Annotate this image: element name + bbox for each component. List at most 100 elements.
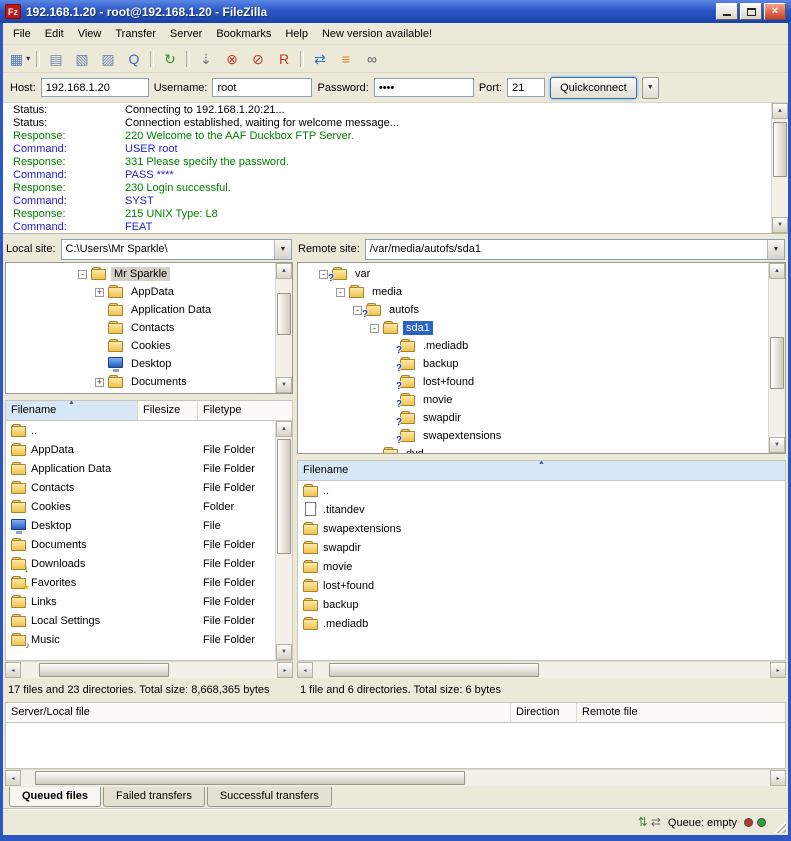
menu-item[interactable]: View: [71, 25, 109, 43]
file-row[interactable]: AppData File Folder: [6, 440, 275, 459]
queue-tab[interactable]: Queued files: [9, 787, 101, 807]
column-header-remote-file[interactable]: Remote file: [577, 703, 785, 722]
queue-tab[interactable]: Failed transfers: [103, 787, 205, 807]
tree-expander-icon[interactable]: [370, 324, 379, 333]
scrollbar-thumb[interactable]: [770, 337, 784, 389]
filter-icon[interactable]: ⇄: [651, 815, 661, 829]
scrollbar-thumb[interactable]: [773, 122, 787, 177]
remote-file-list[interactable]: .. .titandev: [298, 481, 785, 660]
scrollbar-thumb[interactable]: [277, 293, 291, 335]
scroll-down-icon[interactable]: ▼: [772, 217, 788, 233]
tree-expander-icon[interactable]: [353, 306, 362, 315]
tree-item[interactable]: movie: [298, 391, 768, 409]
scroll-down-icon[interactable]: ▼: [769, 437, 785, 453]
tree-item[interactable]: swapextensions: [298, 427, 768, 445]
toggle-remote-tree-icon[interactable]: ▨: [96, 48, 120, 70]
column-header-direction[interactable]: Direction: [511, 703, 577, 722]
file-row[interactable]: Music File Folder: [6, 630, 275, 649]
tree-item[interactable]: AppData: [6, 283, 275, 301]
file-row[interactable]: Links File Folder: [6, 592, 275, 611]
host-input[interactable]: [41, 78, 149, 97]
scroll-left-icon[interactable]: ◂: [5, 662, 21, 678]
file-row[interactable]: Favorites File Folder: [6, 573, 275, 592]
scroll-up-icon[interactable]: ▲: [276, 421, 292, 437]
column-header-filesize[interactable]: Filesize: [138, 401, 198, 420]
scroll-up-icon[interactable]: ▲: [769, 263, 785, 279]
scroll-right-icon[interactable]: ▸: [770, 770, 786, 786]
file-row[interactable]: Contacts File Folder: [6, 478, 275, 497]
tree-expander-icon[interactable]: [319, 270, 328, 279]
file-row[interactable]: swapextensions: [298, 519, 785, 538]
file-row[interactable]: .titandev: [298, 500, 785, 519]
close-button[interactable]: ×: [764, 3, 786, 20]
combo-dropdown-icon[interactable]: ▼: [767, 240, 784, 259]
tree-item[interactable]: Mr Sparkle: [6, 265, 275, 283]
reconnect-icon[interactable]: R: [272, 48, 296, 70]
tree-expander-icon[interactable]: [95, 378, 104, 387]
tree-expander-icon[interactable]: [336, 288, 345, 297]
tree-item[interactable]: lost+found: [298, 373, 768, 391]
quickconnect-dropdown-icon[interactable]: ▼: [642, 77, 659, 99]
file-row[interactable]: ..: [298, 481, 785, 500]
scroll-down-icon[interactable]: ▼: [276, 377, 292, 393]
refresh-icon[interactable]: ↻: [158, 48, 182, 70]
tree-item[interactable]: Desktop: [6, 355, 275, 373]
menu-item[interactable]: Edit: [38, 25, 71, 43]
directory-comparison-icon[interactable]: ≡: [334, 48, 358, 70]
disconnect-icon[interactable]: ⊘: [246, 48, 270, 70]
queue-horizontal-scrollbar[interactable]: ◂ ▸: [5, 769, 786, 786]
file-row[interactable]: Application Data File Folder: [6, 459, 275, 478]
process-queue-icon[interactable]: ⇣: [194, 48, 218, 70]
scrollbar-thumb[interactable]: [39, 663, 169, 677]
scroll-right-icon[interactable]: ▸: [277, 662, 293, 678]
file-row[interactable]: lost+found: [298, 576, 785, 595]
file-row[interactable]: ..: [6, 421, 275, 440]
file-row[interactable]: Downloads File Folder: [6, 554, 275, 573]
remote-tree-scrollbar[interactable]: ▲ ▼: [768, 263, 785, 453]
menu-item[interactable]: Server: [163, 25, 209, 43]
scrollbar-thumb[interactable]: [277, 439, 291, 554]
maximize-button[interactable]: [740, 3, 762, 20]
tree-item[interactable]: dvd: [298, 445, 768, 453]
cancel-operation-icon[interactable]: ⊗: [220, 48, 244, 70]
menu-item[interactable]: File: [6, 25, 38, 43]
file-row[interactable]: swapdir: [298, 538, 785, 557]
menu-item[interactable]: New version available!: [315, 25, 439, 43]
column-header-filename[interactable]: Filename ▲: [6, 401, 138, 420]
minimize-button[interactable]: [716, 3, 738, 20]
remote-horizontal-scrollbar[interactable]: ◂ ▸: [297, 661, 786, 678]
tree-item[interactable]: Documents: [6, 373, 275, 391]
transfer-activity-icon[interactable]: ⇅: [638, 815, 648, 829]
local-directory-tree[interactable]: Mr Sparkle AppData: [6, 263, 275, 393]
scroll-left-icon[interactable]: ◂: [297, 662, 313, 678]
file-row[interactable]: backup: [298, 595, 785, 614]
tree-expander-icon[interactable]: [95, 288, 104, 297]
column-header-filetype[interactable]: Filetype: [198, 401, 292, 420]
tree-item[interactable]: sda1: [298, 319, 768, 337]
tree-item[interactable]: .mediadb: [298, 337, 768, 355]
file-row[interactable]: movie: [298, 557, 785, 576]
tree-item[interactable]: media: [298, 283, 768, 301]
tree-expander-icon[interactable]: [78, 270, 87, 279]
combo-dropdown-icon[interactable]: ▼: [274, 240, 291, 259]
tree-item[interactable]: backup: [298, 355, 768, 373]
scroll-up-icon[interactable]: ▲: [276, 263, 292, 279]
file-row[interactable]: Desktop File: [6, 516, 275, 535]
scrollbar-thumb[interactable]: [35, 771, 465, 785]
tree-item[interactable]: Downloads: [6, 391, 275, 393]
synchronized-browsing-icon[interactable]: ⇄: [308, 48, 332, 70]
scroll-right-icon[interactable]: ▸: [770, 662, 786, 678]
tree-item[interactable]: Contacts: [6, 319, 275, 337]
local-file-list[interactable]: .. AppData: [6, 421, 275, 660]
toggle-message-log-icon[interactable]: ▤: [44, 48, 68, 70]
queue-list[interactable]: [5, 723, 786, 769]
file-row[interactable]: Local Settings File Folder: [6, 611, 275, 630]
tree-item[interactable]: var: [298, 265, 768, 283]
toggle-local-tree-icon[interactable]: ▧: [70, 48, 94, 70]
file-row[interactable]: Documents File Folder: [6, 535, 275, 554]
tree-item[interactable]: autofs: [298, 301, 768, 319]
queue-tab[interactable]: Successful transfers: [207, 787, 332, 807]
password-input[interactable]: [374, 78, 474, 97]
message-log[interactable]: Status: Connecting to 192.168.1.20:21...…: [3, 103, 771, 233]
local-horizontal-scrollbar[interactable]: ◂ ▸: [5, 661, 293, 678]
